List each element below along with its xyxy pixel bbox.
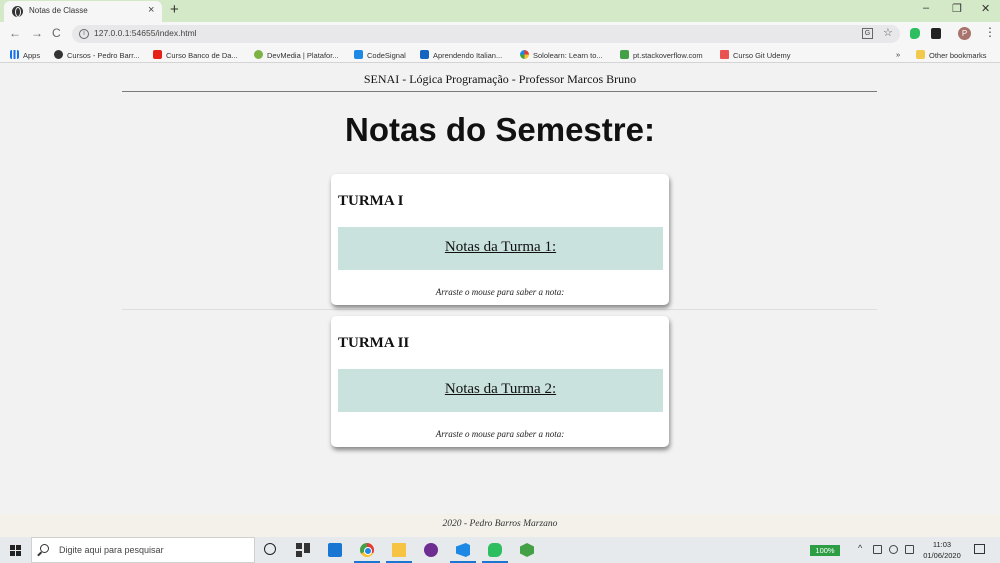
github-desktop-icon[interactable] [424,543,438,557]
youtube-icon [153,50,162,59]
search-placeholder[interactable]: Digite aqui para pesquisar [59,545,164,555]
udemy-icon [720,50,729,59]
address-bar[interactable]: i 127.0.0.1:54655/index.html G ☆ [72,25,900,43]
nodejs-icon[interactable] [520,543,534,557]
profile-avatar[interactable]: P [958,27,971,40]
notifications-icon[interactable] [974,544,985,554]
bookmark-codesignal[interactable]: CodeSignal [354,50,406,60]
bookmark-stackoverflow[interactable]: pt.stackoverflow.com [620,50,703,60]
back-button[interactable]: ← [9,26,21,40]
close-window-button[interactable]: ✕ [981,2,990,15]
card-heading: TURMA I [338,193,404,209]
header-divider [122,91,877,92]
bookmarks-bar: Apps Cursos - Pedro Barr... Curso Banco … [0,46,1000,63]
task-view-icon[interactable] [296,543,310,557]
card-heading: TURMA II [338,335,410,351]
class-card-turma-2: TURMA II Notas da Turma 2: Arraste o mou… [331,316,669,447]
bookmark-cursos[interactable]: Cursos - Pedro Barr... [54,50,140,60]
maximize-button[interactable]: ❐ [952,2,962,15]
evernote-extension-icon[interactable] [910,28,920,39]
wifi-icon[interactable] [889,545,898,554]
grades-hover-area[interactable]: Notas da Turma 1: [338,227,663,270]
footer-text: 2020 - Pedro Barros Marzano [442,519,558,529]
clock-date[interactable]: 01/06/2020 [920,551,964,560]
codesignal-icon [354,50,363,59]
url-text[interactable]: 127.0.0.1:54655/index.html [94,28,197,38]
apps-grid-icon [10,50,19,59]
bookmark-git-udemy[interactable]: Curso Git Udemy [720,50,791,60]
taskbar-search-box[interactable]: Digite aqui para pesquisar [31,537,255,563]
close-tab-icon[interactable]: × [148,4,154,16]
section-divider [122,309,877,310]
tray-overflow-icon[interactable]: ^ [858,543,862,553]
battery-icon[interactable] [873,545,882,554]
class-card-turma-1: TURMA I Notas da Turma 1: Arraste o mous… [331,174,669,305]
cortana-icon[interactable] [264,543,276,555]
globe-icon [12,6,23,17]
page-title: Notas do Semestre: [345,111,655,148]
tab-title: Notas de Classe [29,6,88,15]
extension-icon[interactable] [931,28,941,39]
evernote-icon[interactable] [488,543,502,557]
hover-hint: Arraste o mouse para saber a nota: [435,429,565,439]
bookmark-sololearn[interactable]: Sololearn: Learn to... [520,50,603,60]
clock-time[interactable]: 11:03 [930,540,954,549]
bookmark-banco-de-dados[interactable]: Curso Banco de Da... [153,50,238,60]
hover-hint: Arraste o mouse para saber a nota: [435,287,565,297]
windows-start-icon[interactable] [10,545,21,556]
tab-strip: Notas de Classe × + – ❐ ✕ [0,0,1000,22]
stackoverflow-icon [620,50,629,59]
bookmark-apps[interactable]: Apps [10,50,40,60]
search-icon [40,544,49,553]
grades-link-turma-1[interactable]: Notas da Turma 1: [338,239,663,256]
battery-badge[interactable]: 100% [810,545,840,556]
vscode-icon[interactable] [456,543,470,557]
minimize-button[interactable]: – [923,2,929,14]
translate-icon[interactable]: G [862,28,873,39]
bookmark-star-icon[interactable]: ☆ [883,26,893,39]
windows-taskbar: Digite aqui para pesquisar 100% ^ 11:03 … [0,537,1000,563]
page-header: SENAI - Lógica Programação - Professor M… [363,72,637,86]
sololearn-icon [520,50,529,59]
github-icon [54,50,63,59]
forward-button[interactable]: → [31,26,43,40]
grades-link-turma-2[interactable]: Notas da Turma 2: [338,381,663,398]
bookmark-icon [420,50,429,59]
file-explorer-icon[interactable] [392,543,406,557]
browser-toolbar: ← → C i 127.0.0.1:54655/index.html G ☆ P… [0,22,1000,46]
volume-icon[interactable] [905,545,914,554]
grades-hover-area[interactable]: Notas da Turma 2: [338,369,663,412]
bookmark-devmedia[interactable]: DevMedia | Platafor... [254,50,339,60]
page-footer: 2020 - Pedro Barros Marzano [0,514,1000,537]
info-icon[interactable]: i [79,29,89,39]
folder-icon [916,50,925,59]
bookmarks-overflow-icon[interactable]: » [896,50,900,59]
mail-icon[interactable] [328,543,342,557]
tab-notas-de-classe[interactable]: Notas de Classe × [4,1,162,22]
new-tab-button[interactable]: + [170,1,179,18]
bookmark-italiano[interactable]: Aprendendo Italian... [420,50,502,60]
other-bookmarks[interactable]: Other bookmarks [916,50,987,60]
reload-button[interactable]: C [52,26,61,40]
devmedia-icon [254,50,263,59]
page-content: SENAI - Lógica Programação - Professor M… [0,64,1000,537]
chrome-icon[interactable] [360,543,374,557]
browser-menu-icon[interactable]: ⋮ [984,25,996,39]
